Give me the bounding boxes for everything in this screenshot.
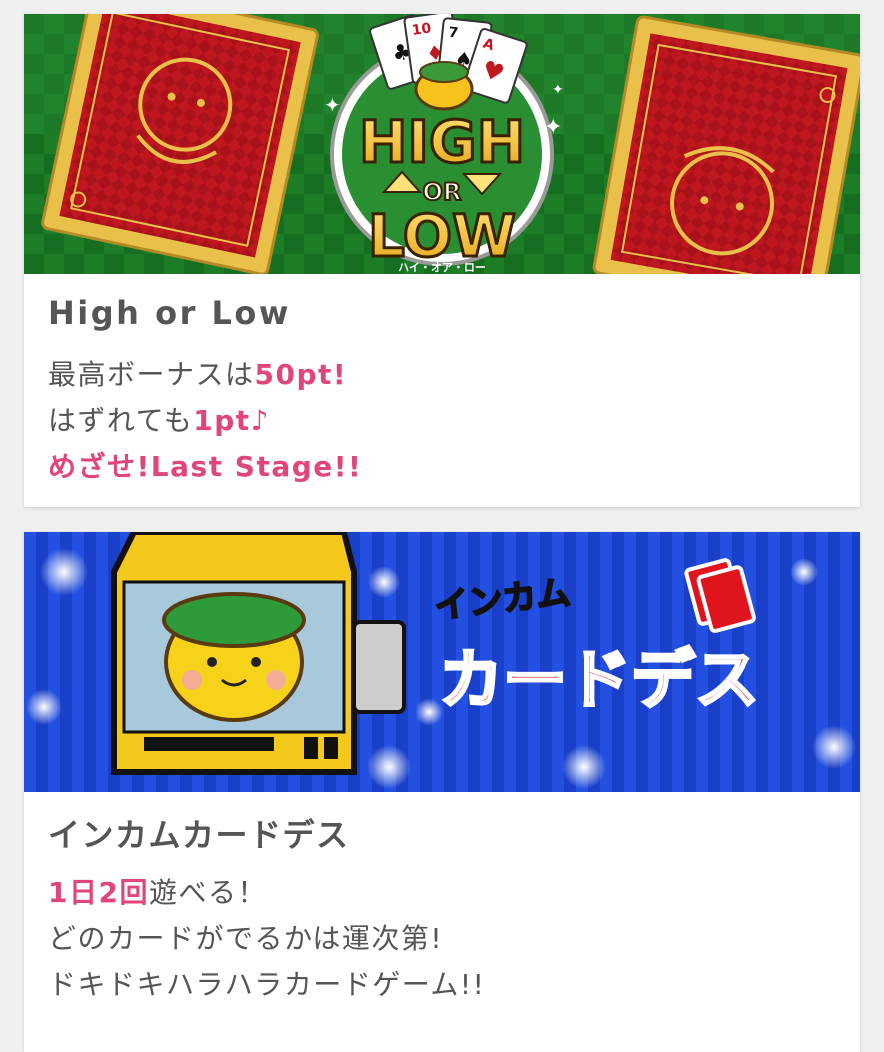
svg-text:7: 7 [448,25,459,42]
svg-text:カードデス: カードデス [439,644,759,718]
svg-text:10: 10 [411,20,433,39]
svg-text:LOW: LOW [368,202,516,270]
game-title[interactable]: High or Low [48,294,291,332]
svg-text:ハイ・オア・ロー: ハイ・オア・ロー [398,261,486,274]
game-card-high-or-low[interactable]: ♣ 10 ♦ 7 ♠ A ♥ HIGH OR LOW ハイ・オア・ロー ✦ ✦ … [24,14,860,507]
description-highlight: 1日2回 [48,876,149,909]
high-or-low-banner[interactable]: ♣ 10 ♦ 7 ♠ A ♥ HIGH OR LOW ハイ・オア・ロー ✦ ✦ … [24,14,860,274]
game-description: 最高ボーナスは50pt! はずれても1pt♪ めざせ!Last Stage!! [48,352,362,490]
description-line: ドキドキハラハラカードゲーム!! [48,962,485,1008]
description-line: めざせ!Last Stage!! [48,444,362,490]
description-highlight: 50pt! [254,358,348,391]
game-card-income-card-death[interactable]: インカム カードデス インカムカードデス 1日2回遊べる！ どのカードがでるかは… [24,532,860,1052]
description-text: はずれても [48,404,194,437]
svg-text:✦: ✦ [552,82,564,98]
description-highlight: めざせ!Last Stage!! [48,450,363,483]
description-line: どのカードがでるかは運次第! [48,916,485,962]
high-or-low-banner-art: ♣ 10 ♦ 7 ♠ A ♥ HIGH OR LOW ハイ・オア・ロー ✦ ✦ … [24,14,860,274]
game-description: 1日2回遊べる！ どのカードがでるかは運次第! ドキドキハラハラカードゲーム!! [48,870,485,1008]
description-line: はずれても1pt♪ [48,398,362,444]
description-text: 最高ボーナスは [48,358,255,391]
card-back-right [592,15,860,274]
game-title[interactable]: インカムカードデス [48,810,350,856]
svg-text:✦: ✦ [324,93,341,117]
description-highlight: 1pt♪ [193,404,271,437]
income-card-death-banner[interactable]: インカム カードデス [24,532,860,792]
description-text: ドキドキハラハラカードゲーム!! [48,968,486,1001]
description-line: 最高ボーナスは50pt! [48,352,362,398]
description-text: どのカードがでるかは運次第! [48,922,444,955]
income-card-death-banner-art: インカム カードデス [24,532,860,792]
svg-text:HIGH: HIGH [359,108,525,176]
svg-text:✦: ✦ [544,115,562,140]
description-text: 遊べる！ [148,876,267,909]
description-line: 1日2回遊べる！ [48,870,485,916]
